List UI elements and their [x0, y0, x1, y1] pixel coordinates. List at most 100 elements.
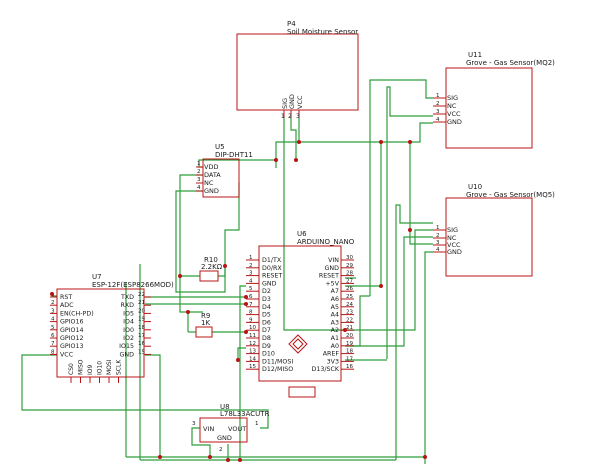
junction [208, 455, 212, 459]
mq2-value: Grove - Gas Sensor(MQ2) [466, 59, 555, 67]
nano-left-pin-label: D5 [262, 312, 271, 319]
nano-right-pin-num: 26 [346, 286, 353, 292]
reg-pin-vout: VOUT [228, 425, 246, 433]
nano-right-pin-num: 22 [346, 317, 353, 323]
nano-right-pin-label: A3 [331, 319, 339, 326]
nano-right-pin-num: 16 [346, 364, 353, 370]
esp-right-pin-label: RXD [120, 302, 134, 309]
nano-right-pin-label: AREF [323, 351, 340, 358]
mq5-sensor: U10 Grove - Gas Sensor(MQ5) SIG NC VCC G… [436, 183, 555, 256]
mq2-num-3: 3 [436, 109, 440, 115]
esp-right-pin-label: TXD [120, 294, 134, 301]
nano-left-pin-num: 10 [249, 325, 256, 331]
junction [379, 140, 383, 144]
wire-mq5-sig [345, 229, 433, 331]
soil-pins: SIG GND VCC 1 2 3 [281, 94, 304, 120]
mq2-num-1: 1 [436, 93, 440, 99]
mq2-pin-2: NC [447, 102, 457, 110]
mq5-num-4: 4 [436, 247, 440, 253]
dht-pin-2: DATA [204, 171, 221, 179]
dht11-sensor: U5 DIP-DHT11 VDD DATA NC GND 1 2 3 4 [197, 143, 253, 195]
esp-left-pin-num: 4 [51, 317, 55, 323]
soil-ref: P4 [287, 20, 296, 28]
mq2-num-4: 4 [436, 117, 440, 123]
nano-left-pin-label: D10 [262, 351, 275, 358]
nano-left-pin-label: D8 [262, 335, 271, 342]
nano-left-pin-num: 4 [249, 278, 253, 284]
nano-left-pin-label: D7 [262, 327, 271, 334]
wire-gnd-vdd [224, 182, 240, 266]
nano-left-pin-label: D3 [262, 296, 271, 303]
esp-left-pin-num: 3 [51, 308, 55, 314]
esp-bottom-pin-label: IO9 [87, 365, 94, 375]
nano-left-pin-label: GND [262, 280, 277, 287]
r10-body [199, 270, 219, 282]
mq5-pin-4: GND [447, 248, 462, 256]
esp-left-pin-label: VCC [60, 351, 74, 358]
nano-right-pin-num: 17 [346, 356, 353, 362]
dht-pin-1: VDD [204, 163, 218, 171]
nano-right-pin-label: A2 [331, 327, 339, 334]
esp-left-pin-label: GPIO12 [60, 335, 84, 342]
esp-bottom-pin-label: MISO [78, 359, 85, 375]
mq5-num-1: 1 [436, 225, 440, 231]
wire-mq2-sig [369, 79, 433, 296]
junction [50, 292, 54, 296]
mq2-body [445, 67, 533, 149]
nano-chip-inner [292, 338, 304, 350]
esp-left-pin-label: GPIO14 [60, 327, 84, 334]
soil-sensor: P4 Soil Moisture Sensor SIG GND VCC 1 2 … [281, 20, 358, 120]
dht-num-2: 2 [197, 169, 201, 175]
junction [274, 158, 278, 162]
reg-pin-gnd: GND [217, 434, 232, 442]
nano-right-pin-num: 24 [346, 302, 353, 308]
wire-mq5-gnd [424, 251, 433, 464]
nano-left-pin-num: 15 [249, 364, 256, 370]
nano-right-pin-num: 23 [346, 310, 353, 316]
nano-right-pin-label: GND [325, 265, 340, 272]
nano-usb-icon [288, 386, 316, 398]
mq5-ref: U10 [468, 183, 482, 191]
mq2-pin-3: VCC [447, 110, 461, 118]
junction [244, 295, 248, 299]
esp-right-pin-num: 16 [138, 341, 145, 347]
mq2-sensor: U11 Grove - Gas Sensor(MQ2) SIG NC VCC G… [436, 51, 555, 126]
junction [236, 358, 240, 362]
junction [178, 274, 182, 278]
soil-pin-num-3: 3 [296, 113, 300, 120]
nano-left-pin-num: 6 [249, 294, 253, 300]
nano-right-pin-num: 25 [346, 294, 353, 300]
nano-left-pin-label: RESET [262, 273, 282, 280]
junction [408, 228, 412, 232]
junction [186, 310, 190, 314]
esp-right-pin-num: 21 [138, 300, 145, 306]
mq5-num-3: 3 [436, 240, 440, 246]
mq2-ref: U11 [468, 51, 482, 59]
nano-left-pin-num: 14 [249, 356, 256, 362]
soil-value: Soil Moisture Sensor [287, 28, 358, 36]
esp-ref: U7 [92, 273, 102, 281]
esp-right-pin-num: 22 [138, 292, 145, 298]
junction [408, 140, 412, 144]
junction [343, 328, 347, 332]
nano-value: ARDUINO_NANO [297, 238, 355, 246]
esp-left-pin-label: GPIO13 [60, 343, 84, 350]
junction [226, 458, 230, 462]
esp-bottom-pin-label: CS0 [68, 363, 75, 375]
esp-left-pin-num: 8 [51, 349, 55, 355]
nano-right-pin-label: A5 [331, 304, 339, 311]
nano-chip-icon [288, 334, 308, 354]
resistor-r10: R10 2.2KΩ [201, 256, 223, 271]
nano-right-pin-label: A0 [331, 343, 339, 350]
mq2-num-2: 2 [436, 101, 440, 107]
nano-right-pin-num: 29 [346, 263, 353, 269]
mq2-pin-1: SIG [447, 94, 458, 102]
junction [244, 330, 248, 334]
nano-left-pin-num: 13 [249, 349, 256, 355]
dht-num-4: 4 [197, 185, 201, 191]
nano-right-pin-label: RESET [319, 273, 339, 280]
mq5-pin-1: SIG [447, 226, 458, 234]
wire-nano-gnd [239, 285, 246, 460]
nano-left-pin-num: 9 [249, 317, 253, 323]
nano-right-pin-num: 19 [346, 341, 353, 347]
